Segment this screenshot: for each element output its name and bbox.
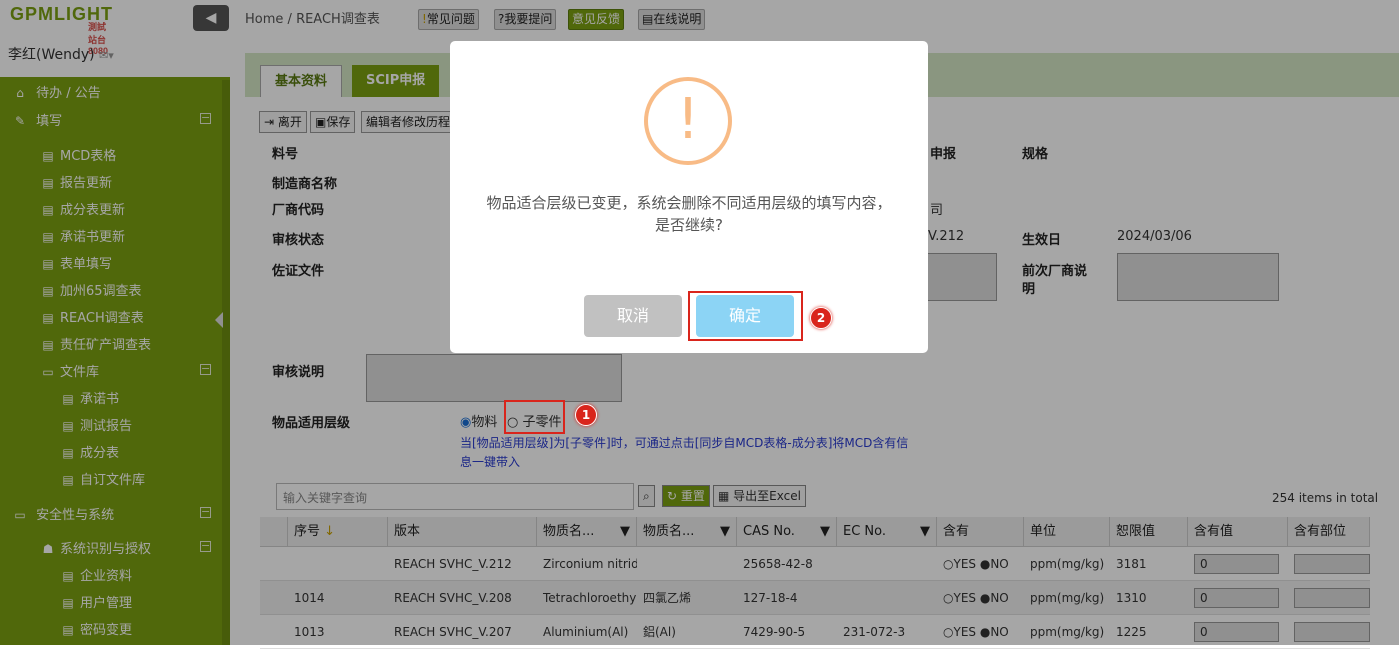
cancel-button[interactable]: 取消: [584, 295, 682, 337]
step-badge-2: 2: [810, 307, 832, 329]
step-badge-1: 1: [575, 404, 597, 426]
dialog-message-line1: 物品适合层级已变更，系统会删除不同适用层级的填写内容，: [486, 194, 892, 212]
dialog-message: 物品适合层级已变更，系统会删除不同适用层级的填写内容， 是否继续?: [450, 192, 928, 236]
warning-icon: !: [644, 77, 732, 165]
cancel-label: 取消: [616, 306, 649, 325]
dialog-message-line2: 是否继续?: [655, 216, 723, 234]
highlight-subpart: [504, 400, 565, 434]
highlight-confirm: [688, 291, 803, 341]
